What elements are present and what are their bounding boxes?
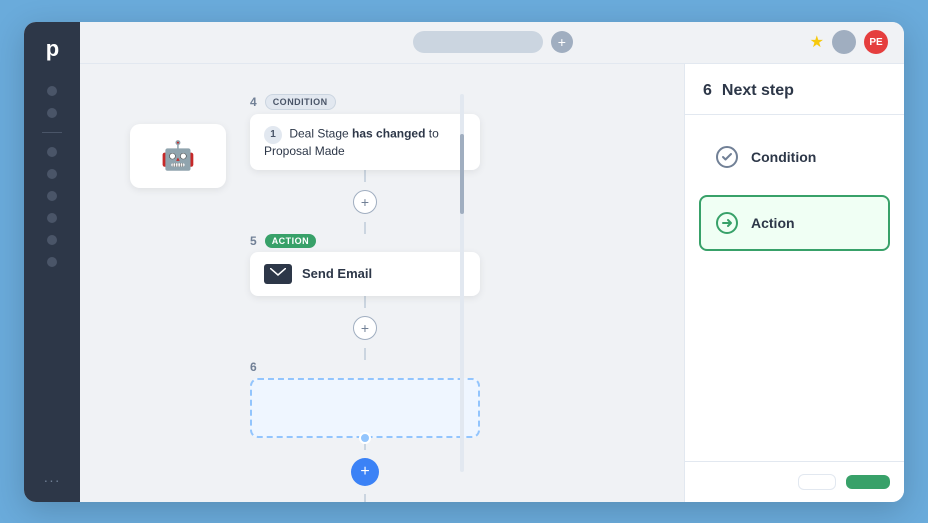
step-num-indicator: 1 (264, 126, 282, 144)
right-panel: 6 Next step Condition (684, 64, 904, 502)
topbar-center: + (413, 31, 573, 53)
condition-card-content: 1 Deal Stage has changed to Proposal Mad… (264, 126, 466, 158)
panel-title: Next step (722, 82, 794, 100)
option-condition[interactable]: Condition (699, 129, 890, 185)
action-badge: ACTION (265, 234, 317, 248)
node-number-5: 5 (250, 234, 257, 248)
topbar-avatar-gray (832, 30, 856, 54)
topbar-avatar: PE (864, 30, 888, 54)
main-window: p ··· + ★ PE (24, 22, 904, 502)
sidebar-nav-item-3[interactable] (47, 147, 57, 157)
content-area: + ★ PE 🤖 4 (80, 22, 904, 502)
node-empty-6[interactable] (250, 378, 480, 438)
confirm-button[interactable] (846, 475, 890, 489)
send-email-label: Send Email (302, 266, 372, 281)
scrollbar[interactable] (460, 94, 464, 472)
sidebar-nav-item-6[interactable] (47, 213, 57, 223)
action-option-icon (715, 211, 739, 235)
sidebar-divider (42, 132, 62, 133)
node-empty-dot (359, 432, 371, 444)
v-line-2 (364, 222, 366, 234)
v-line-4 (364, 348, 366, 360)
sidebar-more-menu[interactable]: ··· (44, 472, 61, 488)
v-line-6 (364, 494, 366, 502)
panel-step-num: 6 (703, 82, 712, 100)
node-label-row-6: 6 (250, 360, 480, 374)
option-action[interactable]: Action (699, 195, 890, 251)
scrollbar-thumb (460, 134, 464, 214)
sidebar-nav-item-1[interactable] (47, 86, 57, 96)
app-logo: p (46, 36, 58, 62)
node-action-5: 5 ACTION Send Email (250, 234, 480, 296)
node-label-row-5: 5 ACTION (250, 234, 480, 248)
condition-option-icon (715, 145, 739, 169)
robot-card: 🤖 (130, 124, 226, 188)
node-label-row-4: 4 CONDITION (250, 94, 480, 110)
blue-plus-button[interactable]: + (351, 458, 379, 486)
sidebar-nav-item-4[interactable] (47, 169, 57, 179)
action-card[interactable]: Send Email (250, 252, 480, 296)
node-empty-wrapper: 6 (250, 360, 480, 438)
robot-icon: 🤖 (161, 139, 196, 172)
cancel-button[interactable] (798, 474, 836, 490)
condition-card[interactable]: 1 Deal Stage has changed to Proposal Mad… (250, 114, 480, 170)
canvas-area: 🤖 4 CONDITION 1 Deal Stage has cha (80, 64, 684, 502)
action-option-label: Action (751, 215, 795, 231)
plus-connector-2[interactable]: + (353, 316, 377, 340)
star-icon[interactable]: ★ (810, 32, 824, 52)
sidebar-nav-item-5[interactable] (47, 191, 57, 201)
email-envelope-icon (264, 264, 292, 284)
topbar-pill (413, 31, 543, 53)
topbar-add-button[interactable]: + (551, 31, 573, 53)
topbar: + ★ PE (80, 22, 904, 64)
panel-header: 6 Next step (685, 64, 904, 115)
node-number-4: 4 (250, 95, 257, 109)
send-email-row: Send Email (264, 264, 466, 284)
panel-footer (685, 461, 904, 502)
flow-container: 4 CONDITION 1 Deal Stage has changed to … (250, 94, 480, 502)
sidebar-nav-item-7[interactable] (47, 235, 57, 245)
node-condition-4: 4 CONDITION 1 Deal Stage has changed to … (250, 94, 480, 170)
plus-connector-1[interactable]: + (353, 190, 377, 214)
v-line-3 (364, 296, 366, 308)
panel-options: Condition Action (685, 115, 904, 461)
sidebar: p ··· (24, 22, 80, 502)
sidebar-nav-item-8[interactable] (47, 257, 57, 267)
topbar-right: ★ PE (810, 30, 888, 54)
v-line-1 (364, 170, 366, 182)
condition-option-label: Condition (751, 149, 816, 165)
sidebar-nav-item-2[interactable] (47, 108, 57, 118)
node-number-6: 6 (250, 360, 257, 374)
body-area: 🤖 4 CONDITION 1 Deal Stage has cha (80, 64, 904, 502)
condition-badge: CONDITION (265, 94, 336, 110)
